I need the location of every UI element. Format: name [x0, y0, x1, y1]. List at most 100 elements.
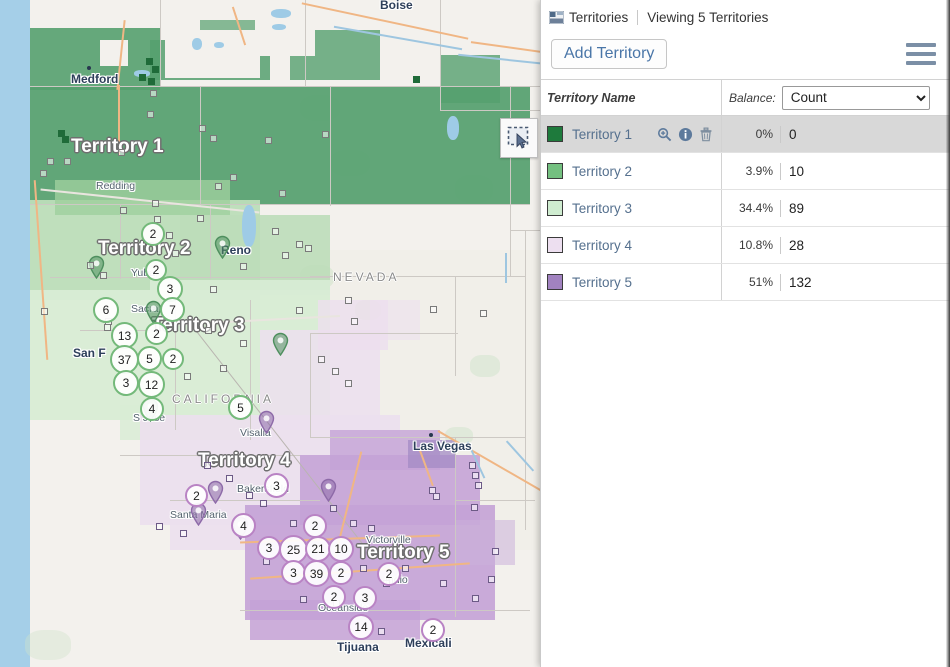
map-point-marker[interactable]: [471, 504, 478, 511]
map-point-marker[interactable]: [230, 174, 237, 181]
map-point-marker[interactable]: [322, 131, 329, 138]
territory-5-area[interactable]: [455, 520, 515, 565]
map-cluster-marker[interactable]: 3: [353, 586, 377, 610]
map-point-marker[interactable]: [104, 324, 111, 331]
map-point-marker[interactable]: [472, 472, 479, 479]
map-point-marker[interactable]: [47, 158, 54, 165]
map-point-marker[interactable]: [351, 318, 358, 325]
info-icon[interactable]: [678, 127, 693, 142]
map-cluster-marker[interactable]: 3: [113, 370, 139, 396]
map-point-marker[interactable]: [166, 232, 173, 239]
map-cluster-marker[interactable]: 2: [185, 484, 208, 507]
map-point-marker[interactable]: [345, 297, 352, 304]
trash-icon[interactable]: [699, 127, 713, 142]
map-cluster-marker[interactable]: 3: [257, 536, 281, 560]
map-point-marker[interactable]: [265, 137, 272, 144]
table-row[interactable]: Territory 5 51% 132: [541, 264, 950, 301]
map-point-marker[interactable]: [64, 158, 71, 165]
map-cluster-marker[interactable]: 6: [93, 297, 119, 323]
territory-color-swatch[interactable]: [547, 163, 563, 179]
map-cluster-marker[interactable]: 10: [328, 536, 354, 562]
map-point-marker[interactable]: [440, 580, 447, 587]
map-point-marker[interactable]: [290, 520, 297, 527]
map-cluster-marker[interactable]: 2: [329, 561, 353, 585]
territory-4-area[interactable]: [370, 300, 420, 340]
map-point-marker[interactable]: [282, 252, 289, 259]
map-point-marker[interactable]: [475, 482, 482, 489]
map-point-marker[interactable]: [413, 76, 420, 83]
map-cluster-marker[interactable]: 2: [303, 514, 327, 538]
zoom-in-icon[interactable]: [657, 127, 672, 142]
map-cluster-marker[interactable]: 7: [160, 297, 185, 322]
territory-name-label[interactable]: Territory 2: [572, 164, 632, 179]
map-point-marker[interactable]: [480, 310, 487, 317]
map-cluster-marker[interactable]: 2: [421, 618, 445, 642]
map-point-marker[interactable]: [402, 565, 409, 572]
map-point-marker[interactable]: [184, 373, 191, 380]
map-point-marker[interactable]: [305, 245, 312, 252]
map-point-marker[interactable]: [430, 306, 437, 313]
map-point-marker[interactable]: [146, 58, 153, 65]
map-point-marker[interactable]: [41, 308, 48, 315]
territory-color-swatch[interactable]: [547, 237, 563, 253]
map-point-marker[interactable]: [279, 190, 286, 197]
map-point-marker[interactable]: [345, 380, 352, 387]
territory-name-label[interactable]: Territory 3: [572, 201, 632, 216]
map-point-marker[interactable]: [492, 548, 499, 555]
map-point-marker[interactable]: [378, 628, 385, 635]
map-cluster-marker[interactable]: 5: [228, 395, 253, 420]
map-point-marker[interactable]: [260, 500, 267, 507]
map-point-marker[interactable]: [220, 365, 227, 372]
table-row[interactable]: Territory 4 10.8% 28: [541, 227, 950, 264]
map-point-marker[interactable]: [246, 492, 253, 499]
territory-1-area[interactable]: [440, 55, 500, 103]
map-point-marker[interactable]: [100, 272, 107, 279]
map-point-marker[interactable]: [469, 462, 476, 469]
hamburger-menu-icon[interactable]: [906, 42, 936, 65]
map-cluster-marker[interactable]: 2: [145, 322, 168, 345]
map-point-marker[interactable]: [205, 327, 212, 334]
map-point-marker[interactable]: [368, 525, 375, 532]
table-row[interactable]: Territory 3 34.4% 89: [541, 190, 950, 227]
map-cluster-marker[interactable]: 14: [348, 614, 374, 640]
map-point-marker[interactable]: [118, 149, 125, 156]
map-pin-marker[interactable]: [272, 332, 289, 357]
map-point-marker[interactable]: [300, 596, 307, 603]
map-point-marker[interactable]: [240, 340, 247, 347]
map-point-marker[interactable]: [332, 368, 339, 375]
map-point-marker[interactable]: [272, 228, 279, 235]
table-row[interactable]: Territory 2 3.9% 10: [541, 153, 950, 190]
map-point-marker[interactable]: [472, 595, 479, 602]
map-point-marker[interactable]: [197, 215, 204, 222]
map-cluster-marker[interactable]: 39: [303, 560, 330, 587]
map-cluster-marker[interactable]: 2: [162, 348, 184, 370]
map-point-marker[interactable]: [330, 505, 337, 512]
territory-2-area[interactable]: [55, 180, 230, 215]
map-point-marker[interactable]: [215, 183, 222, 190]
territory-name-label[interactable]: Territory 1: [572, 127, 632, 142]
map-point-marker[interactable]: [240, 263, 247, 270]
map-point-marker[interactable]: [139, 74, 146, 81]
map-pin-marker[interactable]: [214, 235, 231, 260]
add-territory-button[interactable]: Add Territory: [551, 38, 668, 69]
map-point-marker[interactable]: [210, 286, 217, 293]
territory-color-swatch[interactable]: [547, 126, 563, 142]
map-point-marker[interactable]: [152, 66, 159, 73]
map-point-marker[interactable]: [62, 136, 69, 143]
map-point-marker[interactable]: [172, 250, 179, 257]
map-point-marker[interactable]: [120, 207, 127, 214]
map-point-marker[interactable]: [360, 565, 367, 572]
map-point-marker[interactable]: [147, 111, 154, 118]
map-point-marker[interactable]: [150, 90, 157, 97]
map-point-marker[interactable]: [488, 576, 495, 583]
map-point-marker[interactable]: [199, 125, 206, 132]
map-cluster-marker[interactable]: 4: [140, 397, 164, 421]
map-cluster-marker[interactable]: 2: [377, 562, 401, 586]
table-row[interactable]: Territory 1 0% 0: [541, 116, 950, 153]
map-point-marker[interactable]: [204, 462, 211, 469]
map-pin-marker[interactable]: [258, 410, 275, 435]
map-cluster-marker[interactable]: 3: [264, 473, 289, 498]
map-point-marker[interactable]: [180, 530, 187, 537]
map-point-marker[interactable]: [296, 307, 303, 314]
territory-name-label[interactable]: Territory 4: [572, 238, 632, 253]
